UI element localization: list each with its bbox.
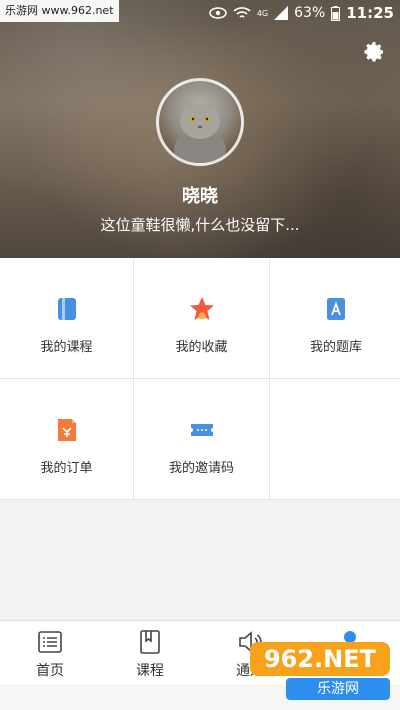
menu-my-orders[interactable]: 我的订单 bbox=[0, 379, 133, 499]
order-icon bbox=[57, 419, 76, 441]
course-book-icon bbox=[140, 630, 160, 654]
menu-empty-cell bbox=[270, 379, 400, 499]
watermark-top: 乐游网 www.962.net bbox=[0, 0, 119, 22]
battery-percent: 63% bbox=[294, 5, 326, 21]
cat-photo bbox=[174, 95, 226, 163]
nav-label: 首页 bbox=[36, 663, 64, 679]
menu-label: 我的订单 bbox=[40, 461, 93, 476]
battery-icon bbox=[331, 5, 341, 21]
menu-my-invite-code[interactable]: 我的邀请码 bbox=[134, 379, 269, 499]
book-icon bbox=[57, 298, 76, 320]
menu-label: 我的课程 bbox=[40, 340, 93, 355]
username: 晓晓 bbox=[182, 186, 218, 207]
watermark-bottom: 962.NET 乐游网 bbox=[250, 642, 390, 702]
eye-icon bbox=[209, 7, 227, 19]
avatar[interactable] bbox=[156, 78, 244, 166]
watermark-text: 乐游网 bbox=[286, 678, 390, 700]
user-bio: 这位童鞋很懒,什么也没留下... bbox=[100, 216, 300, 234]
nav-courses[interactable]: 课程 bbox=[100, 621, 200, 685]
star-icon bbox=[189, 297, 214, 320]
gear-icon[interactable] bbox=[362, 40, 386, 64]
ticket-icon bbox=[190, 424, 213, 436]
menu-label: 我的邀请码 bbox=[168, 461, 234, 476]
clock: 11:25 bbox=[346, 4, 394, 22]
question-bank-icon bbox=[327, 298, 345, 320]
network-type: 4G bbox=[256, 8, 269, 18]
menu-label: 我的题库 bbox=[309, 340, 362, 355]
menu-my-question-bank[interactable]: 我的题库 bbox=[270, 258, 400, 378]
home-list-icon bbox=[38, 631, 62, 653]
nav-label: 课程 bbox=[136, 663, 164, 679]
signal-icon bbox=[274, 6, 289, 20]
profile-header: 晓晓 这位童鞋很懒,什么也没留下... bbox=[0, 0, 400, 258]
nav-home[interactable]: 首页 bbox=[0, 621, 100, 685]
watermark-logo: 962.NET bbox=[250, 642, 390, 676]
menu-label: 我的收藏 bbox=[175, 340, 228, 355]
menu-grid: 我的课程 我的收藏 我的题库 我的订单 我的邀请码 bbox=[0, 258, 400, 500]
menu-my-courses[interactable]: 我的课程 bbox=[0, 258, 133, 378]
menu-my-favorites[interactable]: 我的收藏 bbox=[134, 258, 269, 378]
wifi-icon bbox=[233, 7, 251, 18]
